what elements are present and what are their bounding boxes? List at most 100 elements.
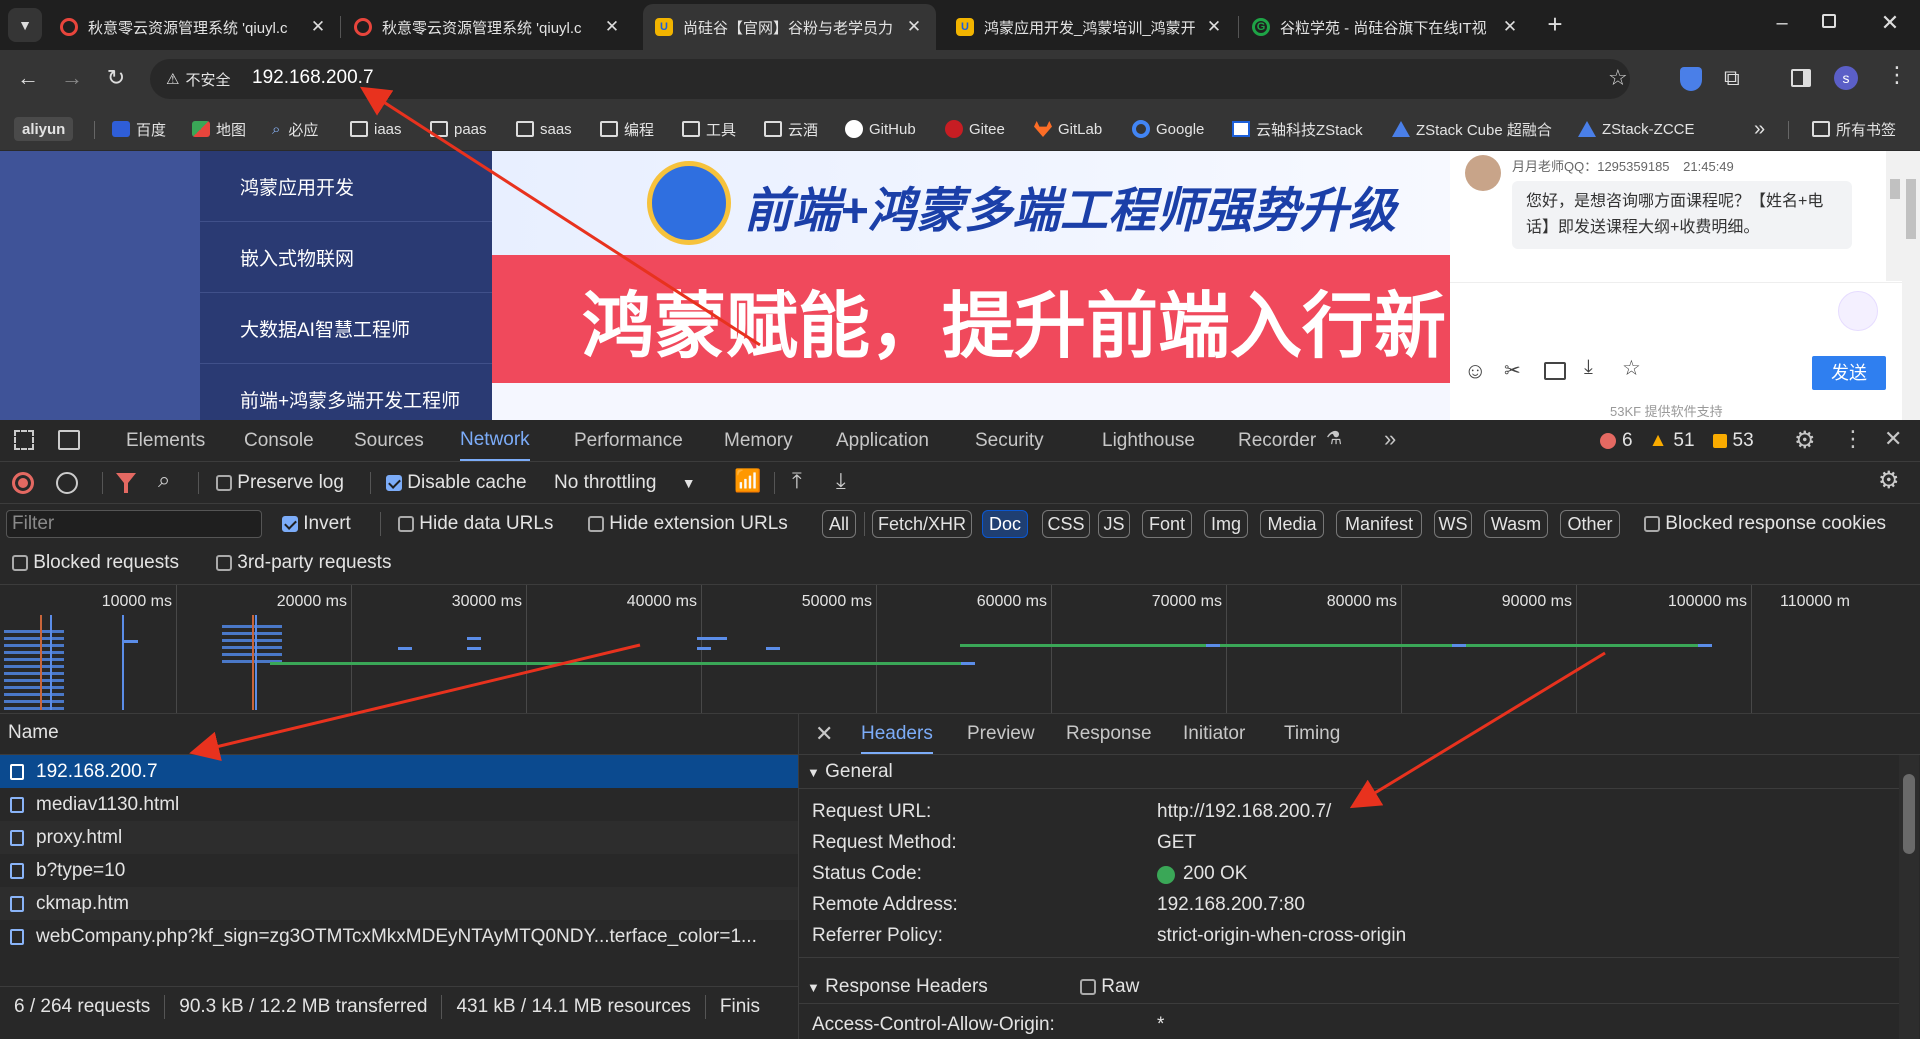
request-row[interactable]: proxy.html <box>0 821 798 854</box>
close-icon[interactable]: ✕ <box>1500 17 1520 37</box>
tab-network[interactable]: Network <box>460 420 530 461</box>
address-bar[interactable]: ⚠ 不安全 192.168.200.7 ☆ <box>150 59 1630 99</box>
blocked-requests-checkbox[interactable]: Blocked requests <box>12 552 179 574</box>
filter-funnel-icon[interactable] <box>116 473 136 493</box>
scissors-icon[interactable]: ✂ <box>1504 358 1521 383</box>
record-stop-button[interactable] <box>12 472 34 494</box>
bookmark-bing[interactable]: ⌕ 必应 <box>272 117 318 141</box>
more-bookmarks-button[interactable]: » <box>1754 117 1765 141</box>
more-tabs-icon[interactable]: » <box>1384 426 1396 452</box>
shield-extension-icon[interactable] <box>1680 67 1702 91</box>
download-icon[interactable]: ⤓ <box>1584 356 1593 379</box>
send-button[interactable]: 发送 <box>1812 356 1886 390</box>
request-row[interactable]: ckmap.htm <box>0 887 798 920</box>
search-icon[interactable]: ⌕ <box>158 467 170 493</box>
disable-cache-checkbox[interactable]: Disable cache <box>386 472 527 494</box>
reload-button[interactable]: ↻ <box>98 60 134 96</box>
filter-type-ws[interactable]: WS <box>1434 510 1472 538</box>
filter-type-media[interactable]: Media <box>1260 510 1324 538</box>
detail-tab-initiator[interactable]: Initiator <box>1183 714 1245 754</box>
tab-recorder[interactable]: Recorder <box>1238 420 1316 461</box>
side-panel-icon[interactable] <box>1791 69 1811 87</box>
filter-type-manifest[interactable]: Manifest <box>1336 510 1422 538</box>
menu-item-bigdata-ai[interactable]: 大数据AI智慧工程师 <box>200 293 492 364</box>
tab-application[interactable]: Application <box>836 420 929 461</box>
checkbox[interactable] <box>588 515 604 532</box>
detail-tab-timing[interactable]: Timing <box>1284 714 1340 754</box>
network-overview-timeline[interactable]: 10000 ms 20000 ms 30000 ms 40000 ms 5000… <box>0 585 1920 713</box>
tab-console[interactable]: Console <box>244 420 314 461</box>
filter-type-img[interactable]: Img <box>1204 510 1248 538</box>
name-column-header[interactable]: Name <box>8 722 59 744</box>
close-devtools-icon[interactable]: ✕ <box>1884 426 1902 452</box>
tab-elements[interactable]: Elements <box>126 420 205 461</box>
invert-checkbox[interactable]: Invert <box>282 513 351 535</box>
checkbox[interactable] <box>282 515 298 532</box>
detail-tab-preview[interactable]: Preview <box>967 714 1035 754</box>
new-tab-button[interactable]: + <box>1540 10 1570 40</box>
star-icon[interactable]: ☆ <box>1622 356 1641 381</box>
checkbox[interactable] <box>216 474 232 491</box>
bookmark-gitlab[interactable]: GitLab <box>1034 117 1102 141</box>
filter-type-js[interactable]: JS <box>1098 510 1130 538</box>
response-headers-section-header[interactable]: ▼ Response Headers <box>807 976 988 998</box>
checkbox[interactable] <box>1644 515 1660 532</box>
filter-type-css[interactable]: CSS <box>1042 510 1090 538</box>
browser-tab-5[interactable]: G 谷粒学苑 - 尚硅谷旗下在线IT视 ✕ <box>1240 4 1532 50</box>
tab-security[interactable]: Security <box>975 420 1044 461</box>
minimize-button[interactable]: – <box>1768 12 1796 36</box>
third-party-checkbox[interactable]: 3rd-party requests <box>216 552 391 574</box>
clear-icon[interactable] <box>56 472 78 494</box>
restore-button[interactable] <box>1822 14 1836 28</box>
close-icon[interactable]: ✕ <box>1204 17 1224 37</box>
browser-tab-3[interactable]: U 尚硅谷【官网】谷粉与老学员力 ✕ <box>643 4 936 50</box>
filter-type-font[interactable]: Font <box>1142 510 1192 538</box>
checkbox[interactable] <box>12 554 28 571</box>
promo-banner[interactable]: 前端+鸿蒙多端工程师强势升级 鸿蒙赋能，提升前端入行新 <box>492 151 1450 420</box>
bookmark-github[interactable]: GitHub <box>845 117 916 141</box>
close-details-icon[interactable]: ✕ <box>815 721 833 747</box>
blocked-cookies-checkbox[interactable]: Blocked response cookies <box>1644 513 1886 535</box>
request-row[interactable]: webCompany.php?kf_sign=zg3OTMTcxMkxMDEyN… <box>0 920 798 953</box>
tab-performance[interactable]: Performance <box>574 420 683 461</box>
security-chip[interactable]: ⚠ 不安全 <box>156 64 240 94</box>
all-bookmarks-folder[interactable]: 所有书签 <box>1812 117 1896 141</box>
bookmark-folder-paas[interactable]: paas <box>430 117 487 141</box>
extensions-icon[interactable]: ⧉ <box>1724 65 1740 91</box>
device-toolbar-icon[interactable] <box>58 430 80 450</box>
close-icon[interactable]: ✕ <box>308 17 328 37</box>
tab-memory[interactable]: Memory <box>724 420 793 461</box>
checkbox[interactable] <box>386 474 402 491</box>
request-row[interactable]: mediav1130.html <box>0 788 798 821</box>
filter-type-all[interactable]: All <box>822 510 856 538</box>
menu-item-embedded-iot[interactable]: 嵌入式物联网 <box>200 222 492 293</box>
close-icon[interactable]: ✕ <box>602 17 622 37</box>
bookmark-map[interactable]: 地图 <box>192 117 246 141</box>
bookmark-aliyun[interactable]: aliyun <box>14 117 74 141</box>
details-scrollbar[interactable] <box>1903 774 1915 854</box>
browser-tab-4[interactable]: U 鸿蒙应用开发_鸿蒙培训_鸿蒙开 ✕ <box>944 4 1236 50</box>
network-settings-icon[interactable]: ⚙ <box>1878 466 1900 495</box>
throttling-select[interactable]: No throttling ▼ <box>554 472 696 494</box>
url-text[interactable]: 192.168.200.7 <box>252 67 374 89</box>
tab-lighthouse[interactable]: Lighthouse <box>1102 420 1195 461</box>
request-row-selected[interactable]: 192.168.200.7 <box>0 755 798 788</box>
detail-tab-headers[interactable]: Headers <box>861 714 933 754</box>
close-window-button[interactable]: ✕ <box>1876 10 1904 38</box>
bookmark-folder-programming[interactable]: 编程 <box>600 117 654 141</box>
filter-type-doc[interactable]: Doc <box>982 510 1028 538</box>
bookmark-folder-saas[interactable]: saas <box>516 117 572 141</box>
tab-sources[interactable]: Sources <box>354 420 424 461</box>
brain-icon[interactable] <box>1838 291 1878 331</box>
close-icon[interactable]: ✕ <box>904 17 924 37</box>
filter-type-other[interactable]: Other <box>1560 510 1620 538</box>
export-har-icon[interactable]: ⤓ <box>836 468 846 494</box>
tab-search-button[interactable]: ▼ <box>8 8 42 42</box>
menu-kebab-icon[interactable]: ⋮ <box>1886 62 1908 88</box>
raw-checkbox[interactable]: Raw <box>1080 976 1139 998</box>
forward-button[interactable]: → <box>54 60 90 96</box>
bookmark-folder-tools[interactable]: 工具 <box>682 117 736 141</box>
bookmark-zstack-cube[interactable]: ZStack Cube 超融合 <box>1392 117 1552 141</box>
request-row[interactable]: b?type=10 <box>0 854 798 887</box>
filter-type-fetch-xhr[interactable]: Fetch/XHR <box>872 510 972 538</box>
